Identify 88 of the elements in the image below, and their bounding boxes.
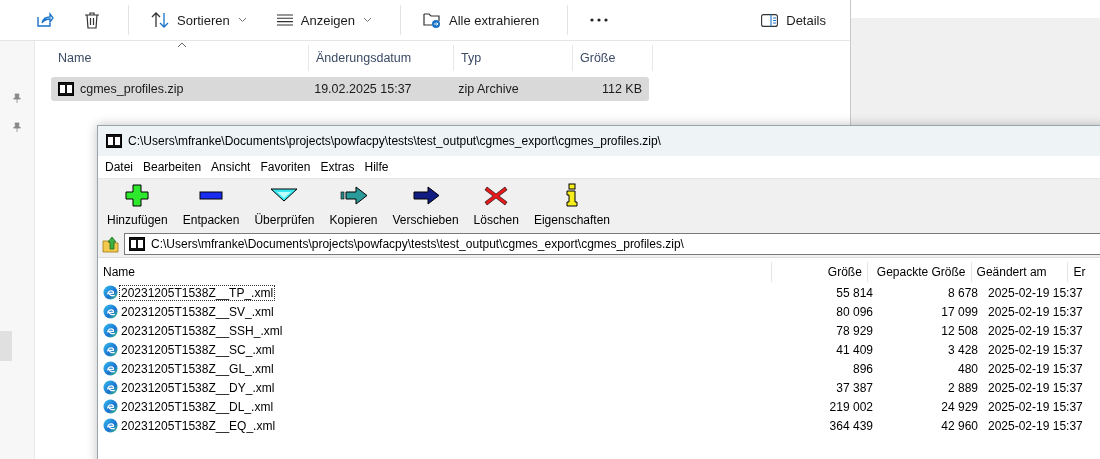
modified-date: 2025-02-19 15:37 — [988, 418, 1083, 433]
column-header[interactable]: Größe — [771, 262, 868, 282]
file-type: zip Archive — [458, 82, 519, 96]
file-size: 112 KB — [601, 82, 642, 96]
column-header[interactable]: Name — [98, 262, 772, 282]
copy-button[interactable]: Kopieren — [324, 181, 383, 229]
archive-icon — [129, 237, 145, 251]
file-name[interactable]: 20231205T1538Z__EQ_.xml — [120, 418, 277, 433]
packed-size: 2 889 — [947, 380, 978, 395]
xml-file-icon — [103, 342, 118, 357]
details-button[interactable]: Details — [749, 4, 838, 36]
list-view-icon — [276, 14, 293, 26]
xml-file-icon — [103, 418, 118, 433]
archive-icon — [58, 82, 74, 96]
info-button[interactable]: Eigenschaften — [528, 181, 615, 229]
menu-item[interactable]: Hilfe — [359, 160, 394, 174]
file-name[interactable]: 20231205T1538Z__DY_.xml — [120, 380, 276, 395]
file-name[interactable]: 20231205T1538Z__GL_.xml — [120, 361, 275, 376]
menu-item[interactable]: Datei — [100, 160, 138, 174]
extract-button[interactable]: Entpacken — [177, 181, 245, 229]
packed-size: 12 508 — [941, 323, 978, 338]
app-icon — [106, 134, 122, 148]
column-header[interactable]: Typ — [454, 45, 573, 71]
folder-extract-icon — [422, 12, 441, 28]
modified-date: 2025-02-19 15:37 — [988, 285, 1083, 300]
extract-button[interactable]: Alle extrahieren — [410, 4, 552, 36]
modified-date: 2025-02-19 15:37 — [988, 323, 1083, 338]
pin-icon[interactable] — [12, 93, 22, 104]
file-size: 219 002 — [829, 399, 873, 414]
modified-date: 19.02.2025 15:37 — [314, 82, 412, 96]
add-button[interactable]: Hinzufügen — [102, 181, 173, 229]
column-header[interactable]: Geändert am — [971, 262, 1069, 282]
menu-item[interactable]: Bearbeiten — [138, 160, 207, 174]
modified-date: 2025-02-19 15:37 — [988, 342, 1083, 357]
file-size: 364 439 — [829, 418, 873, 433]
view-button[interactable]: Anzeigen — [264, 4, 384, 36]
file-name[interactable]: 20231205T1538Z__DL_.xml — [120, 399, 275, 414]
xml-file-icon — [103, 361, 118, 376]
test-button[interactable]: Überprüfen — [249, 181, 320, 229]
column-header[interactable]: Größe — [573, 45, 653, 71]
column-header[interactable]: Er — [1068, 262, 1100, 282]
modified-date: 2025-02-19 15:37 — [988, 399, 1083, 414]
xml-file-icon — [103, 380, 118, 395]
xml-file-icon — [103, 399, 118, 414]
file-name: cgmes_profiles.zip — [80, 82, 184, 96]
column-header[interactable]: Gepackte Größe — [867, 262, 972, 282]
packed-size: 480 — [957, 361, 978, 376]
chevron-down-icon — [362, 17, 372, 23]
xml-file-icon — [103, 304, 118, 319]
file-name[interactable]: 20231205T1538Z__SC_.xml — [120, 342, 276, 357]
xml-file-icon — [103, 285, 118, 300]
packed-size: 17 099 — [941, 304, 978, 319]
address-field[interactable]: C:\Users\mfranke\Documents\projects\powfacpy\tests\test_output\cgmes_export\cgmes_profiles.zip\ — [124, 233, 1100, 255]
folder-up-icon[interactable] — [102, 235, 120, 253]
details-pane-icon — [761, 13, 779, 27]
file-size: 55 814 — [836, 285, 873, 300]
window-title: C:\Users\mfranke\Documents\projects\powfacpy\tests\test_output\cgmes_export\cgmes_profiles.zip\ — [128, 134, 661, 148]
file-size: 37 387 — [836, 380, 873, 395]
move-button[interactable]: Verschieben — [387, 181, 464, 229]
file-size: 896 — [852, 361, 873, 376]
sort-button[interactable]: Sortieren — [139, 4, 259, 36]
packed-size: 3 428 — [947, 342, 978, 357]
pin-icon[interactable] — [12, 122, 22, 133]
menu-item[interactable]: Extras — [315, 160, 360, 174]
packed-size: 8 678 — [947, 285, 978, 300]
chevron-down-icon — [237, 17, 247, 23]
more-options-icon — [590, 18, 609, 22]
modified-date: 2025-02-19 15:37 — [988, 361, 1083, 376]
file-name[interactable]: 20231205T1538Z__SSH_.xml — [120, 323, 284, 338]
packed-size: 24 929 — [941, 399, 978, 414]
sort-arrows-icon — [151, 12, 169, 28]
file-size: 41 409 — [836, 342, 873, 357]
column-header[interactable]: Name — [51, 45, 309, 71]
menu-item[interactable]: Favoriten — [255, 160, 316, 174]
xml-file-icon — [103, 323, 118, 338]
file-size: 78 929 — [836, 323, 873, 338]
menu-item[interactable]: Ansicht — [206, 160, 256, 174]
packed-size: 42 960 — [941, 418, 978, 433]
modified-date: 2025-02-19 15:37 — [988, 304, 1083, 319]
trash-icon — [84, 11, 100, 29]
file-name[interactable]: 20231205T1538Z__SV_.xml — [120, 304, 275, 319]
share-icon — [36, 12, 54, 28]
file-size: 80 096 — [836, 304, 873, 319]
file-row[interactable]: cgmes_profiles.zip 19.02.2025 15:37 zip Archive 112 KB — [51, 77, 649, 101]
delete-button[interactable]: Löschen — [468, 181, 524, 229]
file-name[interactable]: 20231205T1538Z__TP_.xml — [120, 285, 275, 300]
column-header[interactable]: Änderungsdatum — [309, 45, 454, 71]
modified-date: 2025-02-19 15:37 — [988, 380, 1083, 395]
